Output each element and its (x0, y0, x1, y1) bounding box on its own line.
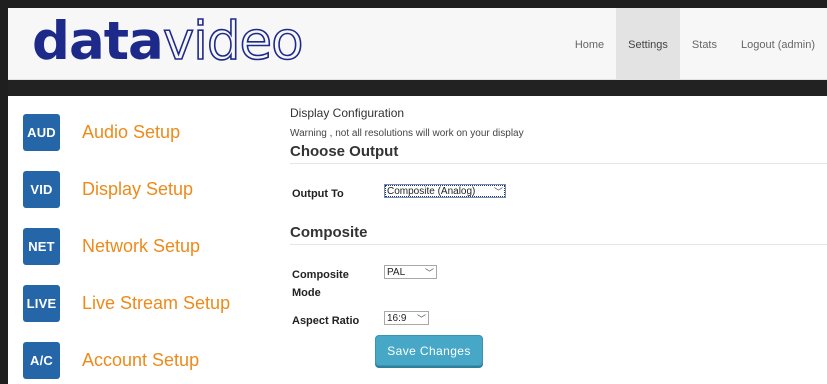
resolution-warning: Warning , not all resolutions will work … (290, 128, 524, 139)
composite-heading: Composite (290, 224, 827, 245)
save-row: Save Changes (290, 329, 827, 369)
aspect-ratio-label: Aspect Ratio (292, 315, 360, 327)
video-badge-icon: VID (23, 170, 60, 208)
nav-home[interactable]: Home (563, 8, 616, 80)
network-badge-icon: NET (23, 227, 60, 265)
nav-logout[interactable]: Logout (admin) (729, 8, 827, 80)
nav-stats[interactable]: Stats (680, 8, 729, 80)
output-select[interactable]: Composite (Analog) ﹀ (384, 184, 506, 198)
display-config-panel: Display Configuration Warning , not all … (290, 106, 827, 369)
composite-mode-select[interactable]: PAL ﹀ (384, 265, 437, 279)
aspect-ratio-row: Aspect Ratio 16:9 ﹀ (290, 299, 827, 329)
output-select-value: Composite (Analog) (387, 185, 476, 197)
aspect-ratio-select[interactable]: 16:9 ﹀ (384, 311, 429, 325)
sidebar-item-livestream[interactable]: LIVE Live Stream Setup (23, 281, 273, 325)
nav-settings[interactable]: Settings (616, 8, 680, 80)
chevron-down-icon: ﹀ (424, 267, 434, 278)
header-divider-band (8, 80, 827, 96)
sidebar-item-label: Network Setup (82, 235, 201, 256)
sidebar-item-label: Live Stream Setup (82, 292, 231, 313)
section-title: Display Configuration (290, 106, 405, 120)
settings-content: AUD Audio Setup VID Display Setup NET Ne… (8, 96, 827, 384)
main-nav: Home Settings Stats Logout (admin) (563, 8, 827, 80)
sidebar-item-account[interactable]: A/C Account Setup (23, 338, 273, 382)
sidebar-item-label: Display Setup (82, 178, 194, 199)
top-navbar: datavideo Home Settings Stats Logout (ad… (8, 8, 827, 80)
composite-mode-row: Composite Mode PAL ﹀ (290, 245, 827, 299)
logo-text-bold: data (32, 11, 164, 72)
output-to-label: Output To (292, 188, 344, 200)
sidebar-item-label: Audio Setup (82, 121, 181, 142)
chevron-down-icon: ﹀ (416, 313, 426, 324)
sidebar-item-network[interactable]: NET Network Setup (23, 224, 273, 268)
sidebar-item-display[interactable]: VID Display Setup (23, 167, 273, 211)
aspect-ratio-value: 16:9 (387, 312, 407, 324)
output-row: Output To Composite (Analog) ﹀ (290, 164, 827, 208)
logo-text-outline: video (162, 11, 304, 72)
audio-badge-icon: AUD (23, 113, 60, 151)
sidebar-item-label: Account Setup (82, 349, 200, 370)
choose-output-heading: Choose Output (290, 143, 827, 164)
settings-sidebar: AUD Audio Setup VID Display Setup NET Ne… (23, 110, 273, 384)
datavideo-logo[interactable]: datavideo (32, 11, 304, 72)
live-badge-icon: LIVE (23, 284, 60, 322)
sidebar-item-audio[interactable]: AUD Audio Setup (23, 110, 273, 154)
composite-mode-label-line2: Mode (292, 287, 321, 299)
composite-mode-label-line1: Composite (292, 269, 349, 281)
account-badge-icon: A/C (23, 341, 60, 379)
chevron-down-icon: ﹀ (493, 186, 503, 197)
composite-mode-value: PAL (387, 266, 406, 278)
save-changes-button[interactable]: Save Changes (375, 335, 483, 366)
